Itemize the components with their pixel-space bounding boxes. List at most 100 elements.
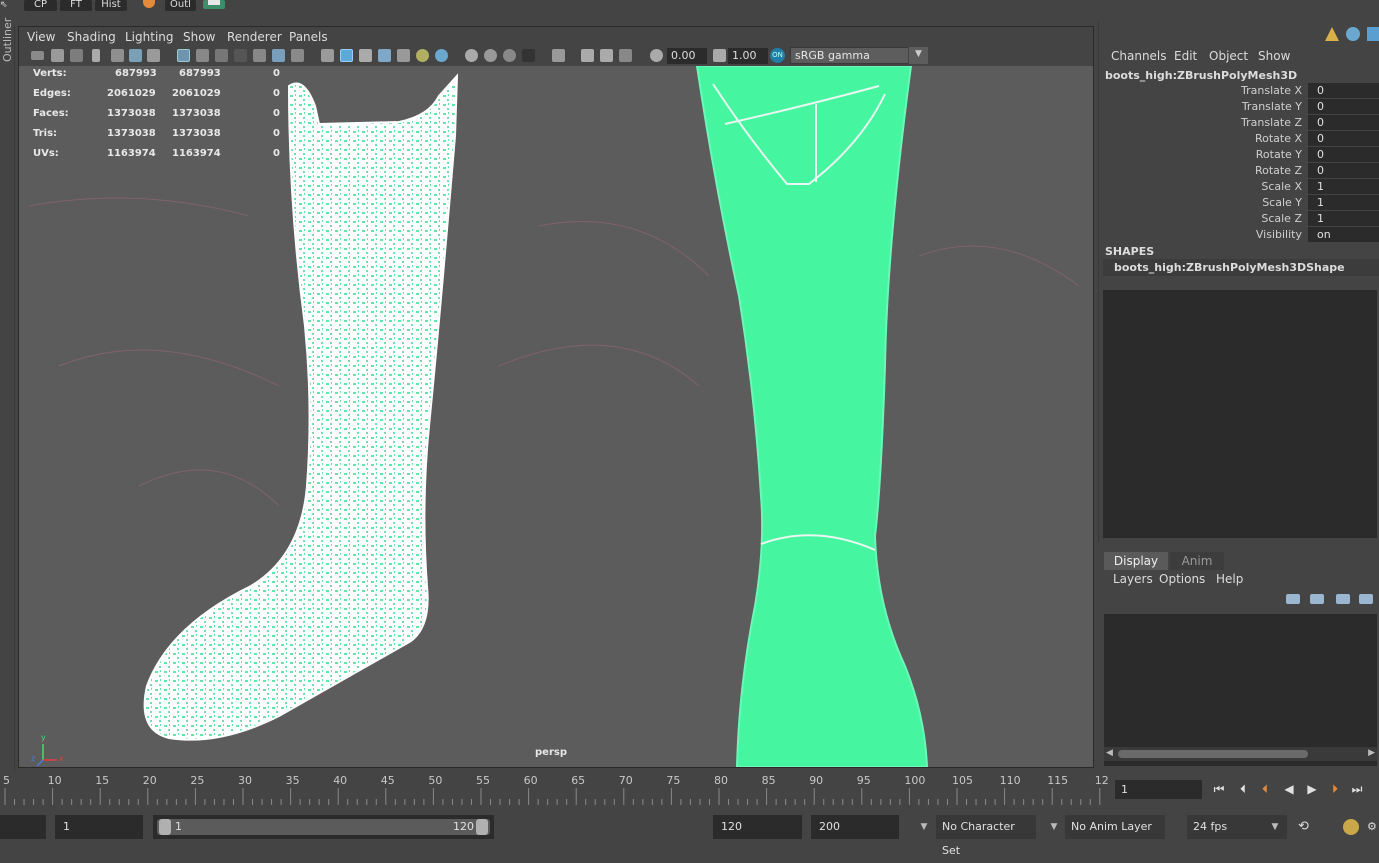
audio-icon[interactable] xyxy=(1343,819,1359,835)
isolate-select-icon[interactable] xyxy=(522,49,535,62)
range-start-handle[interactable] xyxy=(159,819,171,835)
gamma-field[interactable]: 1.00 xyxy=(728,48,768,64)
anim-layer-select[interactable]: No Anim Layer xyxy=(1065,815,1165,839)
menu-help[interactable]: Help xyxy=(1216,572,1243,586)
shelf-cp-button[interactable]: CP xyxy=(24,0,57,11)
animation-end-field[interactable]: 200 xyxy=(811,815,899,839)
image-plane-icon[interactable] xyxy=(111,49,124,62)
field-chart-icon[interactable] xyxy=(253,49,266,62)
attr-value-field[interactable]: 0 xyxy=(1308,147,1379,162)
attr-value-field[interactable]: 0 xyxy=(1308,83,1379,98)
menu-panels[interactable]: Panels xyxy=(289,30,328,44)
scroll-right-icon[interactable]: ▶ xyxy=(1368,748,1375,758)
tool-settings-icon[interactable] xyxy=(1367,27,1379,41)
chevron-down-icon[interactable]: ▼ xyxy=(1047,815,1061,839)
new-layer-from-selection-icon[interactable] xyxy=(1359,594,1373,604)
backface-icon[interactable] xyxy=(619,49,632,62)
outliner-side-tab[interactable]: Outliner xyxy=(0,18,15,771)
camera-attributes-icon[interactable] xyxy=(51,49,64,62)
menu-view[interactable]: View xyxy=(27,30,55,44)
attr-row-scale-x[interactable]: Scale X 1 xyxy=(1099,179,1379,195)
xray-components-icon[interactable] xyxy=(600,49,613,62)
time-ruler[interactable]: 5 10 15 20 25 30 35 40 45 50 55 60 65 70 75 80 85 90 95 100… xyxy=(0,771,1109,805)
shelf-ft-button[interactable]: FT xyxy=(60,0,92,11)
gamma-icon[interactable] xyxy=(713,49,726,62)
playback-end-field[interactable]: 120 xyxy=(713,815,802,839)
menu-renderer[interactable]: Renderer xyxy=(227,30,282,44)
shelf-outl-button[interactable]: Outl xyxy=(165,0,196,11)
step-forward-frame-icon[interactable]: ⏭ xyxy=(1348,780,1366,798)
right-boot-mesh[interactable] xyxy=(695,66,929,767)
attr-row-translate-x[interactable]: Translate X 0 xyxy=(1099,83,1379,99)
scene-start-field[interactable] xyxy=(0,815,46,839)
attr-value-field[interactable]: 1 xyxy=(1308,195,1379,210)
scrollbar-thumb[interactable] xyxy=(1118,750,1308,758)
range-end-handle[interactable] xyxy=(476,819,488,835)
character-set-select[interactable]: No Character Set xyxy=(936,815,1036,857)
xray-joints-icon[interactable] xyxy=(581,49,594,62)
xray-icon[interactable] xyxy=(552,49,565,62)
menu-shading[interactable]: Shading xyxy=(67,30,116,44)
film-gate-icon[interactable] xyxy=(147,49,160,62)
attr-row-translate-z[interactable]: Translate Z 0 xyxy=(1099,115,1379,131)
grid-snap-icon[interactable] xyxy=(129,49,142,62)
shape-node-name[interactable]: boots_high:ZBrushPolyMesh3DShape xyxy=(1103,259,1379,276)
go-to-start-icon[interactable]: ⏮ xyxy=(1210,780,1228,798)
shelf-sphere-icon[interactable] xyxy=(143,0,155,8)
depth-of-field-icon[interactable] xyxy=(503,49,516,62)
ambient-occlusion-icon[interactable] xyxy=(435,49,448,62)
motion-blur-icon[interactable] xyxy=(465,49,478,62)
play-backwards-icon[interactable]: ◀ xyxy=(1280,780,1298,798)
safe-title-icon[interactable] xyxy=(291,49,304,62)
attr-row-scale-z[interactable]: Scale Z 1 xyxy=(1099,211,1379,227)
attribute-editor-icon[interactable] xyxy=(1346,27,1360,41)
shadows-icon[interactable] xyxy=(416,49,429,62)
attr-row-rotate-y[interactable]: Rotate Y 0 xyxy=(1099,147,1379,163)
camera-select-icon[interactable] xyxy=(31,51,44,60)
attr-value-field[interactable]: 0 xyxy=(1308,163,1379,178)
range-slider[interactable]: 1 120 xyxy=(153,815,494,839)
chevron-down-icon[interactable]: ▼ xyxy=(917,815,931,839)
exposure-icon[interactable] xyxy=(650,49,663,62)
chevron-down-icon[interactable]: ▼ xyxy=(1268,815,1282,839)
exposure-field[interactable]: 0.00 xyxy=(667,48,707,64)
step-back-key-icon[interactable]: ⏴ xyxy=(1256,780,1274,798)
play-forwards-icon[interactable]: ▶ xyxy=(1303,780,1321,798)
attr-value-field[interactable]: 0 xyxy=(1308,99,1379,114)
current-frame-field[interactable]: 1 xyxy=(1115,780,1202,799)
wireframe-on-shaded-icon[interactable] xyxy=(359,49,372,62)
left-boot-mesh[interactable] xyxy=(143,73,459,741)
range-slider-bar-fill[interactable] xyxy=(157,819,490,835)
select-tool-icon[interactable]: ⇖ xyxy=(0,0,14,10)
layer-list-scrollbar[interactable]: ◀ ▶ xyxy=(1104,747,1377,761)
textured-icon[interactable] xyxy=(378,49,391,62)
tab-display[interactable]: Display xyxy=(1104,552,1168,570)
attr-value-field[interactable]: 0 xyxy=(1308,115,1379,130)
move-layer-up-icon[interactable] xyxy=(1286,594,1300,604)
bookmark-icon[interactable] xyxy=(70,49,83,62)
menu-lighting[interactable]: Lighting xyxy=(125,30,174,44)
attr-value-field[interactable]: 1 xyxy=(1308,211,1379,226)
attr-row-rotate-x[interactable]: Rotate X 0 xyxy=(1099,131,1379,147)
selected-object-name[interactable]: boots_high:ZBrushPolyMesh3D xyxy=(1105,69,1297,82)
shelf-hist-button[interactable]: Hist xyxy=(95,0,127,11)
attr-row-rotate-z[interactable]: Rotate Z 0 xyxy=(1099,163,1379,179)
bookmark-flag-icon[interactable] xyxy=(92,49,100,62)
menu-channels[interactable]: Channels xyxy=(1111,49,1167,63)
scroll-left-icon[interactable]: ◀ xyxy=(1106,748,1113,758)
resolution-gate-icon[interactable] xyxy=(215,49,228,62)
menu-edit[interactable]: Edit xyxy=(1174,49,1197,63)
step-forward-key-icon[interactable]: ⏵ xyxy=(1326,780,1344,798)
attr-value-field[interactable]: 0 xyxy=(1308,131,1379,146)
menu-object[interactable]: Object xyxy=(1209,49,1248,63)
new-layer-icon[interactable] xyxy=(1336,594,1350,604)
attr-row-visibility[interactable]: Visibility on xyxy=(1099,227,1379,243)
grid-toggle-icon[interactable] xyxy=(177,49,190,62)
chevron-down-icon[interactable]: ▼ xyxy=(908,47,928,64)
antialiasing-icon[interactable] xyxy=(484,49,497,62)
tab-anim[interactable]: Anim xyxy=(1170,552,1224,570)
loop-playback-icon[interactable]: ⟲ xyxy=(1298,819,1316,834)
attr-value-field[interactable]: on xyxy=(1308,227,1379,242)
wireframe-icon[interactable] xyxy=(321,49,334,62)
color-management-toggle-icon[interactable]: ON xyxy=(770,48,785,63)
